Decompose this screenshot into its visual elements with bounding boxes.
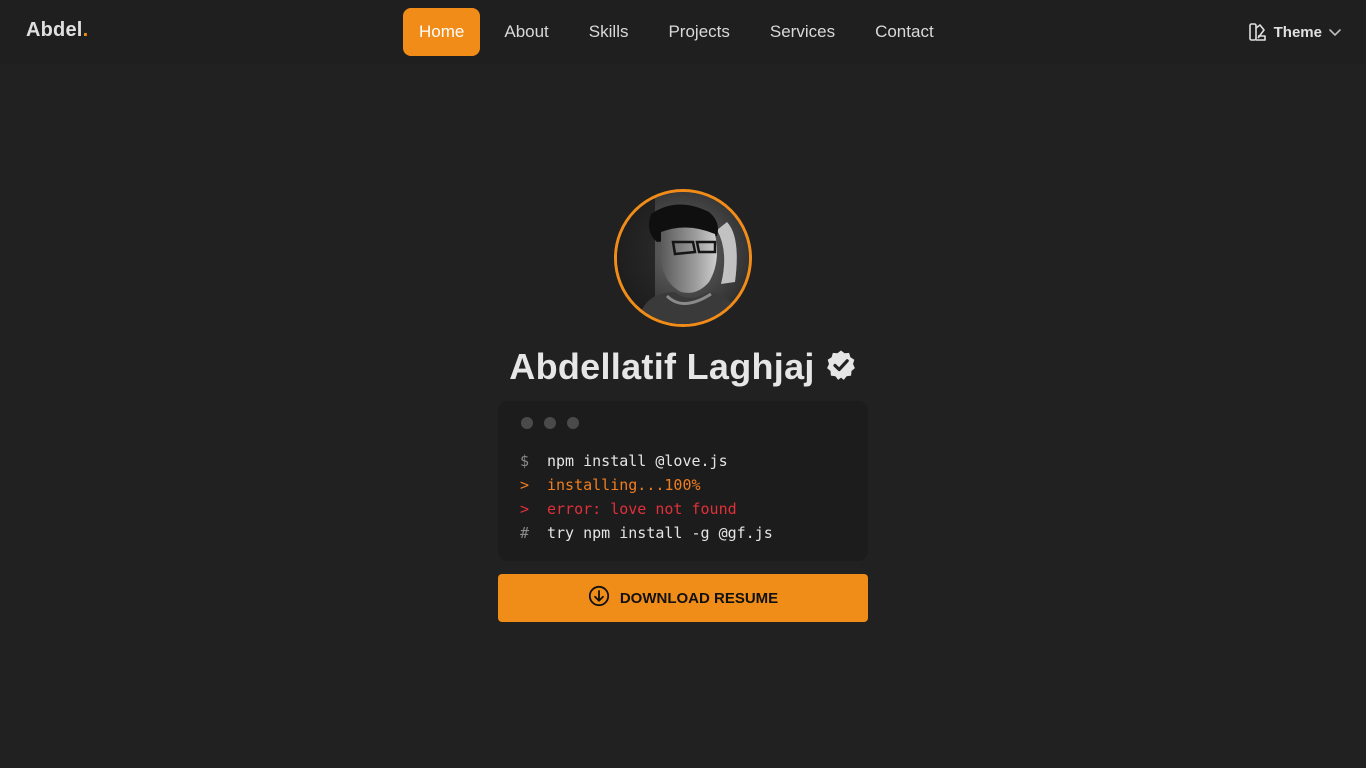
terminal-prompt: >: [520, 500, 530, 518]
theme-label: Theme: [1273, 23, 1322, 41]
terminal-line: > installing...100%: [520, 473, 846, 497]
nav-item-contact[interactable]: Contact: [859, 8, 950, 56]
avatar: [614, 189, 752, 327]
theme-swatch-icon: [1248, 22, 1268, 42]
terminal-text: error: love not found: [547, 500, 737, 518]
terminal-window: $ npm install @love.js > installing...10…: [498, 401, 868, 561]
nav-item-about[interactable]: About: [488, 8, 564, 56]
terminal-prompt: $: [520, 452, 530, 470]
terminal-prompt: #: [520, 524, 530, 542]
navbar: Abdel. Home About Skills Projects Servic…: [0, 0, 1366, 64]
nav-item-projects[interactable]: Projects: [652, 8, 745, 56]
theme-dropdown[interactable]: Theme: [1248, 20, 1342, 44]
window-dot-icon: [544, 417, 556, 429]
window-controls: [521, 417, 846, 429]
brand-name: Abdel: [26, 19, 83, 41]
terminal-text: npm install @love.js: [547, 452, 728, 470]
brand-logo[interactable]: Abdel.: [26, 19, 88, 42]
terminal-line: $ npm install @love.js: [520, 449, 846, 473]
profile-name: Abdellatif Laghjaj: [509, 346, 815, 387]
nav-item-services[interactable]: Services: [754, 8, 851, 56]
terminal-line: # try npm install -g @gf.js: [520, 521, 846, 545]
terminal-text: try npm install -g @gf.js: [547, 524, 773, 542]
terminal-prompt: >: [520, 476, 530, 494]
window-dot-icon: [521, 417, 533, 429]
brand-dot: .: [82, 19, 89, 41]
window-dot-icon: [567, 417, 579, 429]
download-circle-icon: [588, 585, 610, 611]
download-resume-label: DOWNLOAD RESUME: [619, 589, 779, 607]
nav-item-skills[interactable]: Skills: [573, 8, 645, 56]
chevron-down-icon: [1328, 25, 1342, 39]
nav-item-home[interactable]: Home: [403, 8, 481, 56]
nav-menu: Home About Skills Projects Services Cont…: [403, 8, 958, 56]
profile-photo: [617, 192, 749, 324]
terminal-text: installing...100%: [547, 476, 701, 494]
profile-heading: Abdellatif Laghjaj: [498, 344, 868, 390]
terminal-line: > error: love not found: [520, 497, 846, 521]
download-resume-button[interactable]: DOWNLOAD RESUME: [498, 574, 868, 622]
verified-badge-icon: [825, 349, 857, 386]
